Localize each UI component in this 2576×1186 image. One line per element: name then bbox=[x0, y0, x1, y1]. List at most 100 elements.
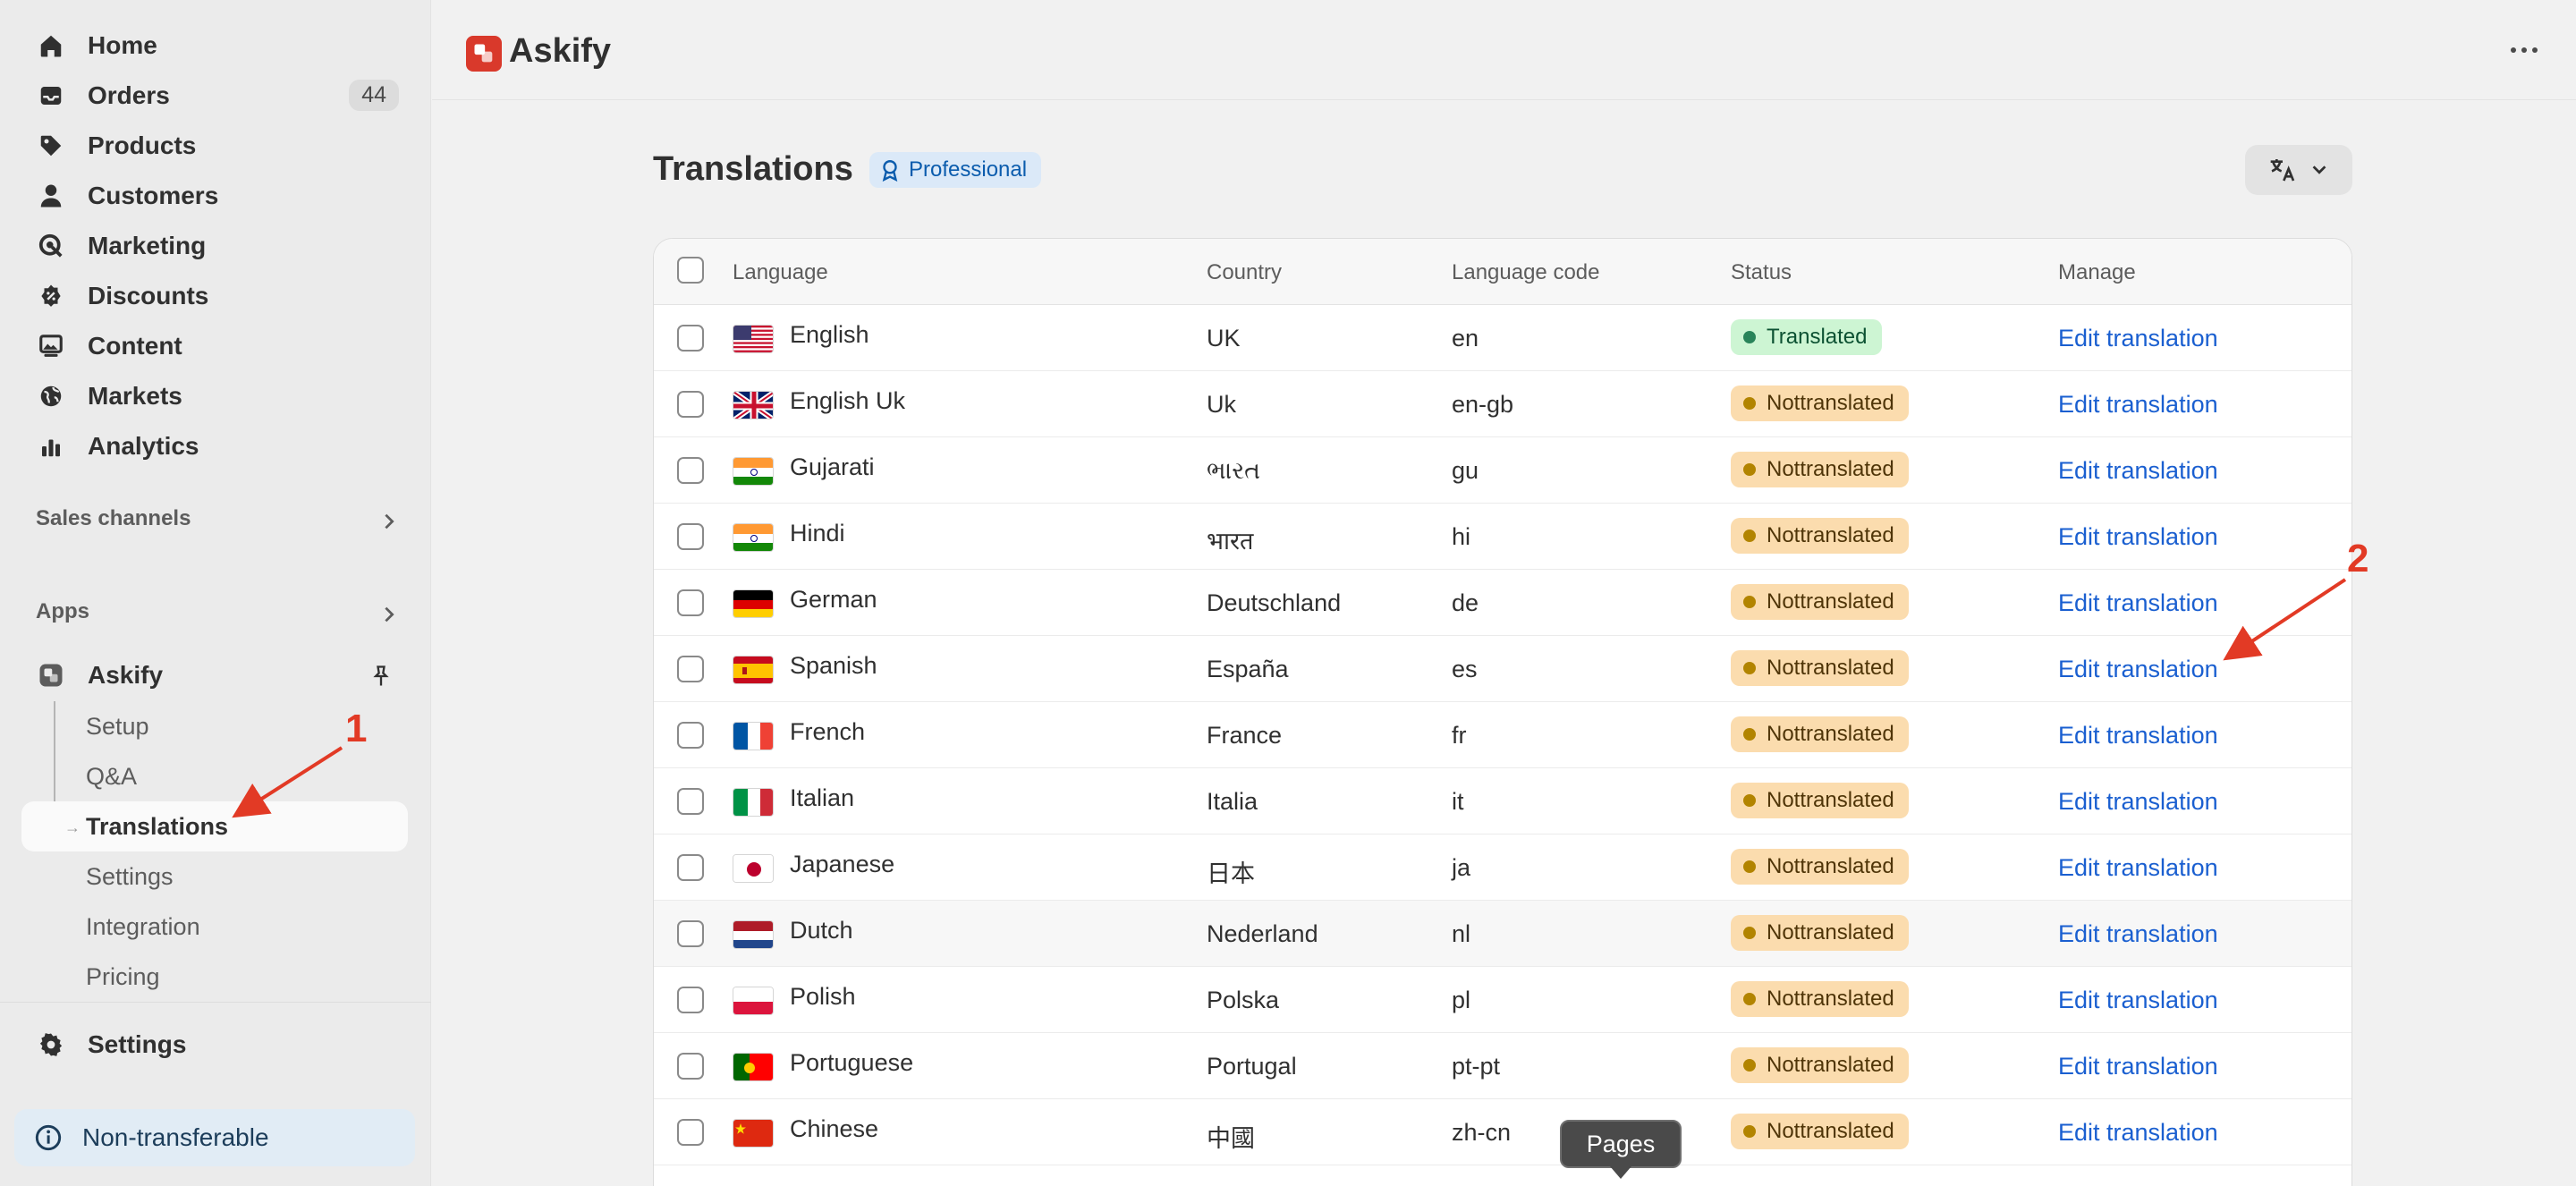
nav-item-askify[interactable]: Askify bbox=[21, 652, 406, 699]
translations-table: Language Country Language code Status Ma… bbox=[653, 238, 2352, 1186]
status-dot bbox=[1743, 1059, 1756, 1072]
column-header-status: Status bbox=[1731, 260, 1792, 284]
nav-label: Home bbox=[88, 31, 157, 59]
table-row[interactable]: Italian Italia it Nottranslated Edit transla… bbox=[654, 768, 2351, 834]
table-row[interactable]: Polish Polska pl Nottranslated Edit translat… bbox=[654, 967, 2351, 1033]
nav-item-orders[interactable]: Orders 44 bbox=[21, 72, 406, 119]
row-checkbox[interactable] bbox=[677, 523, 704, 550]
discount-icon bbox=[38, 283, 64, 309]
sub-item-settings[interactable]: Settings bbox=[86, 853, 174, 900]
table-row[interactable]: Gujarati ભારત gu Nottranslated Edit translat… bbox=[654, 437, 2351, 504]
table-row[interactable]: English UK en Translated Edit translation bbox=[654, 305, 2351, 371]
table-row[interactable]: Portuguese Portugal pt-pt Nottranslated Edit… bbox=[654, 1033, 2351, 1099]
language-code-cell: en bbox=[1452, 325, 1479, 352]
nav-item-products[interactable]: Products bbox=[21, 123, 406, 169]
non-transferable-banner[interactable]: Non-transferable bbox=[14, 1109, 415, 1166]
table-row[interactable]: Hindi भारत hi Nottranslated Edit translation bbox=[654, 504, 2351, 570]
edit-translation-link[interactable]: Edit translation bbox=[2058, 788, 2218, 816]
edit-translation-link[interactable]: Edit translation bbox=[2058, 1053, 2218, 1080]
nav-item-customers[interactable]: Customers bbox=[21, 173, 406, 219]
row-checkbox[interactable] bbox=[677, 788, 704, 815]
row-checkbox[interactable] bbox=[677, 722, 704, 749]
language-action-button[interactable] bbox=[2245, 145, 2352, 195]
pin-icon[interactable] bbox=[369, 664, 394, 689]
country-cell: Uk bbox=[1207, 391, 1236, 418]
status-label: Nottranslated bbox=[1767, 589, 1894, 614]
edit-translation-link[interactable]: Edit translation bbox=[2058, 1119, 2218, 1147]
row-checkbox[interactable] bbox=[677, 457, 704, 484]
table-row[interactable]: German Deutschland de Nottranslated Edit tra… bbox=[654, 570, 2351, 636]
row-checkbox[interactable] bbox=[677, 656, 704, 682]
in-flag-icon bbox=[733, 523, 774, 552]
jp-flag-icon bbox=[733, 854, 774, 883]
row-checkbox[interactable] bbox=[677, 854, 704, 881]
image-icon bbox=[38, 333, 64, 360]
table-row[interactable]: Dutch Nederland nl Nottranslated Edit transl… bbox=[654, 901, 2351, 967]
nav-item-marketing[interactable]: Marketing bbox=[21, 223, 406, 269]
nav-item-settings[interactable]: Settings bbox=[21, 1021, 406, 1068]
edit-translation-link[interactable]: Edit translation bbox=[2058, 325, 2218, 352]
language-code-cell: pl bbox=[1452, 987, 1471, 1013]
country-cell: भारत bbox=[1207, 528, 1254, 555]
arrow-right-icon: → bbox=[64, 818, 80, 836]
apps-heading[interactable]: Apps bbox=[36, 599, 89, 624]
edit-translation-link[interactable]: Edit translation bbox=[2058, 987, 2218, 1014]
edit-translation-link[interactable]: Edit translation bbox=[2058, 854, 2218, 882]
es-flag-icon bbox=[733, 656, 774, 684]
edit-translation-link[interactable]: Edit translation bbox=[2058, 656, 2218, 683]
edit-translation-link[interactable]: Edit translation bbox=[2058, 523, 2218, 551]
sales-channels-heading[interactable]: Sales channels bbox=[36, 506, 191, 531]
edit-translation-link[interactable]: Edit translation bbox=[2058, 391, 2218, 419]
status-dot bbox=[1743, 927, 1756, 939]
row-checkbox[interactable] bbox=[677, 987, 704, 1013]
row-checkbox[interactable] bbox=[677, 920, 704, 947]
status-label: Nottranslated bbox=[1767, 920, 1894, 945]
row-checkbox[interactable] bbox=[677, 325, 704, 352]
table-row[interactable]: Japanese 日本 ja Nottranslated Edit translatio… bbox=[654, 834, 2351, 901]
edit-translation-link[interactable]: Edit translation bbox=[2058, 457, 2218, 485]
nav-item-discounts[interactable]: Discounts bbox=[21, 273, 406, 319]
row-checkbox[interactable] bbox=[677, 1119, 704, 1146]
sub-item-qa[interactable]: Q&A bbox=[86, 753, 137, 800]
sub-item-pricing[interactable]: Pricing bbox=[86, 953, 160, 1000]
edit-translation-link[interactable]: Edit translation bbox=[2058, 589, 2218, 617]
row-checkbox[interactable] bbox=[677, 1053, 704, 1080]
askify-app-icon bbox=[38, 662, 64, 689]
nav-label: Discounts bbox=[88, 282, 209, 309]
nav-label: Products bbox=[88, 131, 197, 159]
pt-flag-icon bbox=[733, 1053, 774, 1081]
status-badge: Nottranslated bbox=[1731, 385, 1909, 421]
table-row[interactable]: Chinese 中國 zh-cn Nottranslated Edit translat… bbox=[654, 1099, 2351, 1165]
nav-label: Askify bbox=[88, 661, 164, 689]
edit-translation-link[interactable]: Edit translation bbox=[2058, 920, 2218, 948]
divider bbox=[0, 1002, 431, 1003]
table-row[interactable]: English Uk Uk en-gb Nottranslated Edit trans… bbox=[654, 371, 2351, 437]
status-label: Nottranslated bbox=[1767, 854, 1894, 878]
status-label: Nottranslated bbox=[1767, 656, 1894, 680]
sub-item-translations[interactable]: Translations bbox=[86, 803, 228, 850]
nav-label: Content bbox=[88, 332, 182, 360]
nav-item-markets[interactable]: Markets bbox=[21, 373, 406, 419]
pl-flag-icon bbox=[733, 987, 774, 1015]
edit-translation-link[interactable]: Edit translation bbox=[2058, 722, 2218, 750]
more-actions-icon[interactable] bbox=[2508, 39, 2540, 61]
table-row[interactable]: Spanish España es Nottranslated Edit transla… bbox=[654, 636, 2351, 702]
select-all-checkbox[interactable] bbox=[677, 257, 704, 284]
language-code-cell: en-gb bbox=[1452, 391, 1514, 418]
nav-item-analytics[interactable]: Analytics bbox=[21, 423, 406, 470]
sub-item-setup[interactable]: Setup bbox=[86, 703, 149, 750]
status-dot bbox=[1743, 1125, 1756, 1138]
row-checkbox[interactable] bbox=[677, 391, 704, 418]
chevron-right-icon[interactable] bbox=[379, 512, 399, 531]
nav-item-home[interactable]: Home bbox=[21, 22, 406, 69]
chevron-right-icon[interactable] bbox=[379, 605, 399, 624]
sub-item-integration[interactable]: Integration bbox=[86, 903, 200, 950]
table-row[interactable]: French France fr Nottranslated Edit translat… bbox=[654, 702, 2351, 768]
nav-label: Settings bbox=[88, 1030, 187, 1058]
language-cell: Polish bbox=[790, 983, 856, 1010]
nav-item-content[interactable]: Content bbox=[21, 323, 406, 369]
status-badge: Nottranslated bbox=[1731, 650, 1909, 686]
gear-icon bbox=[38, 1031, 64, 1058]
fr-flag-icon bbox=[733, 722, 774, 750]
row-checkbox[interactable] bbox=[677, 589, 704, 616]
